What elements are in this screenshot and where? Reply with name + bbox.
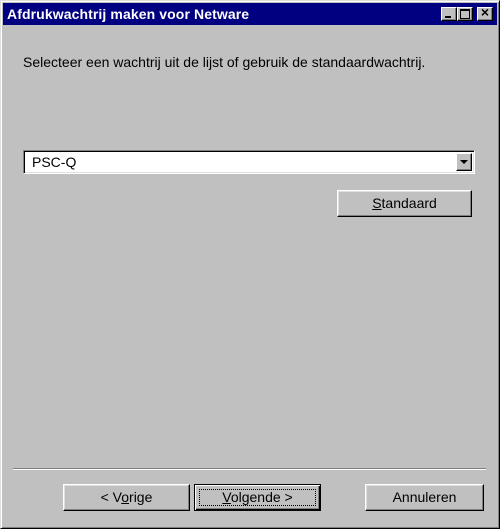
back-button[interactable]: < Vorige [63, 484, 190, 511]
queue-dropdown-value: PSC-Q [32, 154, 77, 170]
maximize-button[interactable] [457, 7, 473, 21]
minimize-icon [445, 16, 451, 18]
standaard-button[interactable]: Standaard [337, 190, 472, 217]
standaard-button-label: Standaard [372, 195, 437, 211]
dropdown-arrow-button[interactable] [456, 153, 472, 171]
back-button-label: < Vorige [100, 489, 153, 505]
close-icon: × [480, 4, 490, 20]
footer-separator [13, 468, 486, 470]
wizard-window: Afdrukwachtrij maken voor Netware × Sele… [0, 0, 500, 529]
title-bar[interactable]: Afdrukwachtrij maken voor Netware × [3, 3, 497, 25]
maximize-icon [460, 9, 470, 19]
next-button-label: Volgende > [222, 489, 293, 505]
cancel-button-label: Annuleren [392, 489, 457, 505]
instruction-text: Selecteer een wachtrij uit de lijst of g… [23, 54, 426, 70]
cancel-button[interactable]: Annuleren [365, 484, 484, 511]
chevron-down-icon [460, 160, 468, 164]
minimize-button[interactable] [441, 7, 457, 21]
next-button[interactable]: Volgende > [194, 484, 321, 511]
close-button[interactable]: × [477, 4, 493, 21]
window-title: Afdrukwachtrij maken voor Netware [7, 6, 250, 22]
queue-dropdown[interactable]: PSC-Q [23, 150, 475, 174]
